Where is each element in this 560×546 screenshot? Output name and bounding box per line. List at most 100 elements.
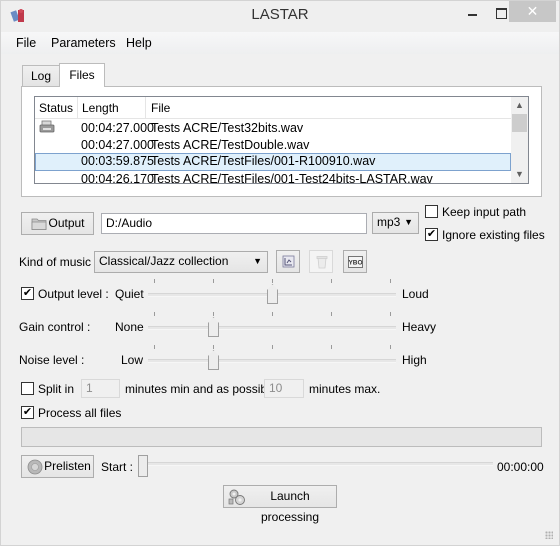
file-name: Tests ACRE/TestFiles/001-R100910.wav	[151, 154, 376, 168]
close-button[interactable]: ✕	[509, 1, 556, 22]
start-label: Start :	[101, 460, 134, 474]
noise-level-max-label: High	[402, 353, 427, 367]
dropdown-arrow-icon: ▼	[253, 256, 262, 266]
resize-grip[interactable]	[545, 531, 553, 539]
menu-parameters[interactable]: Parameters	[51, 36, 116, 50]
start-position-slider[interactable]	[138, 455, 493, 477]
column-header-file[interactable]: File	[151, 101, 170, 115]
printer-icon	[39, 120, 55, 133]
minimize-button[interactable]	[459, 1, 487, 22]
scroll-down-arrow-icon[interactable]: ▼	[511, 166, 528, 183]
prelisten-button[interactable]: Prelisten	[21, 455, 94, 478]
slider-track	[148, 359, 396, 363]
gain-control-slider[interactable]	[148, 312, 396, 342]
files-tab-panel: Status Length File 00:04:27.000 Tests AC…	[21, 86, 542, 197]
menu-help[interactable]: Help	[126, 36, 152, 50]
slider-thumb[interactable]	[267, 284, 278, 304]
music-kind-value: Classical/Jazz collection	[99, 254, 229, 268]
menu-bar: File Parameters Help	[1, 32, 559, 54]
slider-track	[148, 326, 396, 330]
prelisten-time: 00:00:00	[497, 460, 544, 474]
dropdown-arrow-icon: ▼	[404, 217, 413, 227]
delete-preset-button[interactable]	[309, 250, 333, 273]
keep-input-path-label: Keep input path	[442, 205, 527, 219]
noise-level-label: Noise level :	[19, 353, 85, 367]
slider-tick	[331, 312, 332, 316]
slider-tick	[272, 279, 273, 283]
split-max-input[interactable]: 10	[264, 379, 304, 398]
output-level-max-label: Loud	[402, 287, 429, 301]
column-divider[interactable]	[145, 97, 146, 119]
launch-processing-button[interactable]: Launch processing	[223, 485, 337, 524]
slider-tick	[213, 312, 214, 316]
file-length: 00:03:59.875	[81, 154, 154, 168]
progress-bar	[21, 427, 542, 447]
slider-tick	[154, 279, 155, 283]
noise-level-min-label: Low	[121, 353, 144, 367]
tab-log[interactable]: Log	[22, 65, 60, 87]
file-list-scrollbar[interactable]: ▲ ▼	[511, 97, 528, 183]
output-level-min-label: Quiet	[115, 287, 144, 301]
output-folder-button[interactable]: Output	[21, 212, 94, 235]
gain-control-label: Gain control :	[19, 320, 91, 334]
gain-control-min-label: None	[115, 320, 144, 334]
slider-track	[143, 462, 493, 466]
slider-tick	[213, 345, 214, 349]
slider-tick	[390, 345, 391, 349]
checkmark-icon: ✔	[426, 228, 437, 240]
slider-thumb[interactable]	[208, 317, 219, 337]
slider-tick	[272, 312, 273, 316]
format-select[interactable]: mp3 ▼	[372, 212, 419, 234]
column-header-length[interactable]: Length	[82, 101, 119, 115]
split-min-input[interactable]: 1	[81, 379, 120, 398]
output-level-checkbox[interactable]: ✔	[21, 287, 34, 300]
menu-file[interactable]: File	[16, 36, 36, 50]
music-kind-select[interactable]: Classical/Jazz collection ▼	[94, 251, 268, 273]
prelisten-button-label: Prelisten	[44, 459, 91, 473]
output-button-label: Output	[48, 216, 85, 230]
slider-tick	[154, 312, 155, 316]
column-divider[interactable]	[77, 97, 78, 119]
slider-tick	[390, 312, 391, 316]
slider-thumb[interactable]	[208, 350, 219, 370]
split-label: Split in	[38, 382, 75, 396]
ignore-existing-label: Ignore existing files	[442, 228, 545, 242]
folder-icon	[31, 218, 47, 230]
svg-text:YBO: YBO	[348, 260, 362, 267]
checkmark-icon: ✔	[22, 287, 33, 299]
scroll-up-arrow-icon[interactable]: ▲	[511, 97, 528, 114]
split-checkbox[interactable]	[21, 382, 34, 395]
file-list[interactable]: Status Length File 00:04:27.000 Tests AC…	[34, 96, 529, 184]
file-length: 00:04:26.170	[81, 172, 154, 184]
edit-preset-icon	[282, 255, 295, 268]
output-level-slider[interactable]	[148, 279, 396, 309]
gain-control-max-label: Heavy	[402, 320, 437, 334]
app-window: LASTAR ✕ File Parameters Help Log Files …	[0, 0, 560, 546]
file-row[interactable]: 00:04:27.000 Tests ACRE/TestDouble.wav	[35, 137, 511, 154]
slider-tick	[154, 345, 155, 349]
file-row-selected[interactable]: 00:03:59.875 Tests ACRE/TestFiles/001-R1…	[35, 153, 511, 171]
speaker-icon	[27, 459, 43, 475]
process-all-checkbox[interactable]: ✔	[21, 406, 34, 419]
format-select-value: mp3	[377, 215, 401, 229]
noise-level-slider[interactable]	[148, 345, 396, 375]
ignore-existing-checkbox[interactable]: ✔	[425, 228, 438, 241]
gears-icon	[228, 489, 245, 505]
file-length: 00:04:27.000	[81, 138, 154, 152]
list-header: Status Length File	[35, 97, 511, 119]
file-row[interactable]: 00:04:26.170 Tests ACRE/TestFiles/001-Te…	[35, 171, 511, 184]
edit-preset-button[interactable]	[276, 250, 300, 273]
kind-of-music-label: Kind of music :	[19, 255, 98, 269]
scrollbar-thumb[interactable]	[512, 114, 527, 132]
slider-tick	[213, 279, 214, 283]
tab-files[interactable]: Files	[59, 63, 105, 87]
slider-thumb[interactable]	[138, 455, 148, 477]
file-row[interactable]: 00:04:27.000 Tests ACRE/Test32bits.wav	[35, 120, 511, 137]
output-path-input[interactable]: D:/Audio	[101, 213, 367, 234]
column-header-status[interactable]: Status	[39, 101, 73, 115]
checkmark-icon: ✔	[22, 406, 33, 418]
split-end-text: minutes max.	[309, 382, 381, 396]
file-name: Tests ACRE/TestFiles/001-Test24bits-LAST…	[151, 172, 433, 184]
keep-input-path-checkbox[interactable]	[425, 205, 438, 218]
save-preset-button[interactable]: YBO	[343, 250, 367, 273]
